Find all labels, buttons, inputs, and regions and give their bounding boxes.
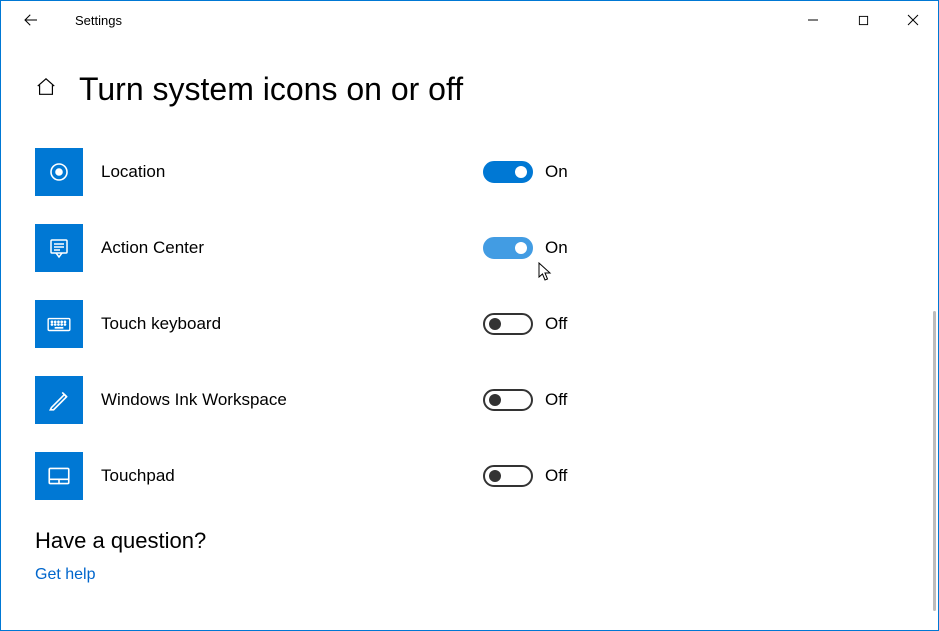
home-icon[interactable] xyxy=(35,76,57,103)
setting-row-touch-keyboard: Touch keyboard Off xyxy=(35,300,904,348)
toggle-ink-workspace[interactable] xyxy=(483,389,533,411)
settings-list: Location On Action Center On xyxy=(35,148,904,500)
page-title: Turn system icons on or off xyxy=(79,71,463,108)
close-icon xyxy=(907,14,919,26)
toggle-knob xyxy=(515,242,527,254)
toggle-knob xyxy=(489,394,501,406)
setting-label: Windows Ink Workspace xyxy=(83,390,483,410)
action-center-icon xyxy=(35,224,83,272)
minimize-button[interactable] xyxy=(788,1,838,39)
toggle-state-label: Off xyxy=(545,314,567,334)
maximize-button[interactable] xyxy=(838,1,888,39)
toggle-wrap: On xyxy=(483,237,568,259)
setting-row-ink-workspace: Windows Ink Workspace Off xyxy=(35,376,904,424)
location-icon xyxy=(35,148,83,196)
toggle-location[interactable] xyxy=(483,161,533,183)
window-controls xyxy=(788,1,938,39)
app-title: Settings xyxy=(51,13,122,28)
toggle-state-label: On xyxy=(545,238,568,258)
arrow-left-icon xyxy=(22,11,40,29)
toggle-touchpad[interactable] xyxy=(483,465,533,487)
toggle-wrap: Off xyxy=(483,465,567,487)
toggle-wrap: Off xyxy=(483,389,567,411)
setting-row-location: Location On xyxy=(35,148,904,196)
toggle-state-label: On xyxy=(545,162,568,182)
content-area: Turn system icons on or off Location On xyxy=(1,39,938,584)
toggle-wrap: Off xyxy=(483,313,567,335)
toggle-knob xyxy=(489,470,501,482)
scrollbar[interactable] xyxy=(933,311,936,611)
toggle-wrap: On xyxy=(483,161,568,183)
back-button[interactable] xyxy=(11,1,51,39)
setting-label: Location xyxy=(83,162,483,182)
touch-keyboard-icon xyxy=(35,300,83,348)
toggle-action-center[interactable] xyxy=(483,237,533,259)
get-help-link[interactable]: Get help xyxy=(35,566,904,584)
titlebar-left: Settings xyxy=(1,1,122,39)
touchpad-icon xyxy=(35,452,83,500)
setting-row-action-center: Action Center On xyxy=(35,224,904,272)
maximize-icon xyxy=(858,15,869,26)
setting-row-touchpad: Touchpad Off xyxy=(35,452,904,500)
ink-workspace-icon xyxy=(35,376,83,424)
setting-label: Action Center xyxy=(83,238,483,258)
toggle-touch-keyboard[interactable] xyxy=(483,313,533,335)
titlebar: Settings xyxy=(1,1,938,39)
close-button[interactable] xyxy=(888,1,938,39)
toggle-knob xyxy=(515,166,527,178)
setting-label: Touch keyboard xyxy=(83,314,483,334)
help-section: Have a question? Get help xyxy=(35,528,904,584)
toggle-state-label: Off xyxy=(545,466,567,486)
toggle-knob xyxy=(489,318,501,330)
toggle-state-label: Off xyxy=(545,390,567,410)
minimize-icon xyxy=(807,14,819,26)
page-header: Turn system icons on or off xyxy=(35,71,904,108)
help-heading: Have a question? xyxy=(35,528,904,554)
setting-label: Touchpad xyxy=(83,466,483,486)
